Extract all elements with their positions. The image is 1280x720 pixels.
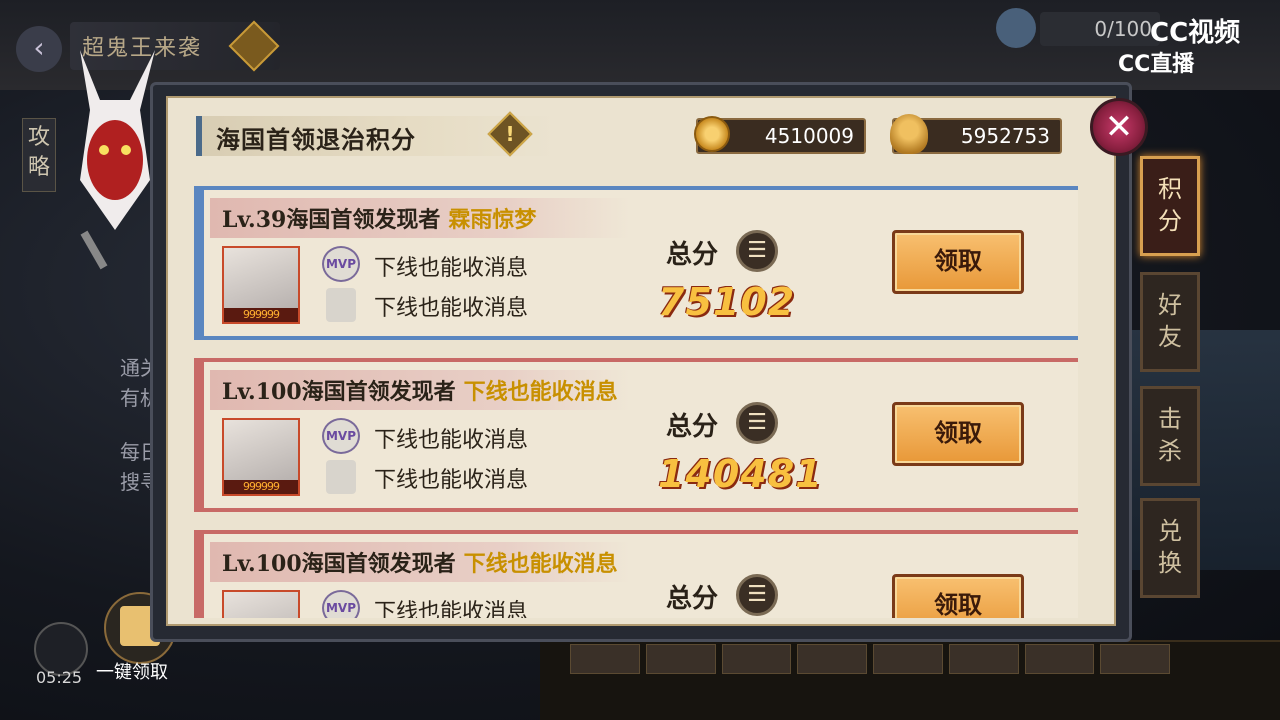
- info-glyph: !: [505, 122, 515, 146]
- mvp-player-name: 下线也能收消息: [374, 428, 529, 453]
- timer: 05:25: [36, 668, 83, 687]
- card-level: Lv.100: [222, 379, 302, 405]
- kill-icon: [326, 460, 356, 494]
- mvp-player-name: 下线也能收消息: [374, 600, 529, 618]
- card-title: Lv.39海国首领发现者 霖雨惊梦: [222, 202, 536, 234]
- list-item: Lv.100海国首领发现者下线也能收消息 999999 MVP 下线也能收消息 …: [194, 358, 1078, 512]
- coin-icon: [694, 116, 730, 152]
- bottom-reward-strip: [570, 644, 1170, 674]
- panel-title: 海国首领退治积分: [216, 125, 416, 154]
- card-role: 海国首领发现者: [301, 551, 456, 577]
- total-score-value: 75102: [658, 280, 796, 324]
- avatar-stars: 999999: [224, 308, 298, 322]
- claim-button[interactable]: 领取: [892, 574, 1024, 618]
- one-click-claim-label: 一键领取: [96, 662, 168, 683]
- card-player: 下线也能收消息: [463, 379, 618, 405]
- kill-icon: [326, 288, 356, 322]
- claim-button[interactable]: 领取: [892, 402, 1024, 466]
- card-role: 海国首领发现者: [286, 207, 441, 233]
- close-button[interactable]: ✕: [1090, 98, 1148, 156]
- list-icon[interactable]: ☰: [736, 230, 778, 272]
- watermark-brand: CC视频: [1150, 18, 1241, 48]
- avatar[interactable]: 999999: [222, 246, 300, 324]
- reward-slot: [873, 644, 943, 674]
- back-arrow-icon[interactable]: ‹: [16, 26, 62, 72]
- strategy-button[interactable]: 攻 略: [22, 118, 56, 192]
- mvp-icon: MVP: [322, 590, 360, 618]
- reward-slot: [570, 644, 640, 674]
- watermark-live: CC直播: [1118, 52, 1195, 77]
- avatar-stars: 999999: [224, 480, 298, 494]
- tab-exchange[interactable]: 兑 换: [1140, 498, 1200, 598]
- list-icon[interactable]: ☰: [736, 402, 778, 444]
- mask-icon: [890, 114, 928, 154]
- list-item: Lv.100海国首领发现者下线也能收消息 999999 MVP 下线也能收消息 …: [194, 530, 1078, 618]
- card-title: Lv.100海国首领发现者 下线也能收消息: [222, 374, 618, 406]
- reward-slot: [1100, 644, 1170, 674]
- reward-slot: [645, 644, 716, 674]
- stamina-counter: 0/100: [1040, 12, 1160, 46]
- mvp-player-name: 下线也能收消息: [374, 256, 529, 281]
- close-icon: ✕: [1104, 107, 1134, 147]
- avatar[interactable]: 999999: [222, 590, 300, 618]
- discoverer-list[interactable]: Lv.39海国首领发现者 霖雨惊梦 999999 MVP 下线也能收消息 下线也能…: [194, 186, 1078, 618]
- mvp-icon: MVP: [322, 246, 360, 282]
- avatar[interactable]: 999999: [222, 418, 300, 496]
- total-score-label: 总分: [666, 240, 719, 270]
- claim-button[interactable]: 领取: [892, 230, 1024, 294]
- tab-kills[interactable]: 击 杀: [1140, 386, 1200, 486]
- reward-slot: [721, 644, 792, 674]
- kill-player-name: 下线也能收消息: [374, 468, 529, 493]
- card-level: Lv.39: [222, 207, 287, 233]
- total-score-label: 总分: [666, 412, 719, 442]
- mvp-icon: MVP: [322, 418, 360, 454]
- tab-score[interactable]: 积 分: [1140, 156, 1200, 256]
- card-player: 霖雨惊梦: [448, 207, 537, 233]
- reward-slot: [797, 644, 867, 674]
- tab-friends[interactable]: 好 友: [1140, 272, 1200, 372]
- card-player: 下线也能收消息: [463, 551, 618, 577]
- total-score-value: 140481: [658, 452, 823, 496]
- stamina-icon: [996, 8, 1036, 48]
- card-title: Lv.100海国首领发现者 下线也能收消息: [222, 546, 618, 578]
- total-score-label: 总分: [666, 584, 719, 614]
- list-icon[interactable]: ☰: [736, 574, 778, 616]
- kill-player-name: 下线也能收消息: [374, 296, 529, 321]
- reward-slot: [948, 644, 1019, 674]
- reward-slot: [1024, 644, 1095, 674]
- card-role: 海国首领发现者: [301, 379, 456, 405]
- list-item: Lv.39海国首领发现者 霖雨惊梦 999999 MVP 下线也能收消息 下线也能…: [194, 186, 1078, 340]
- card-level: Lv.100: [222, 551, 302, 577]
